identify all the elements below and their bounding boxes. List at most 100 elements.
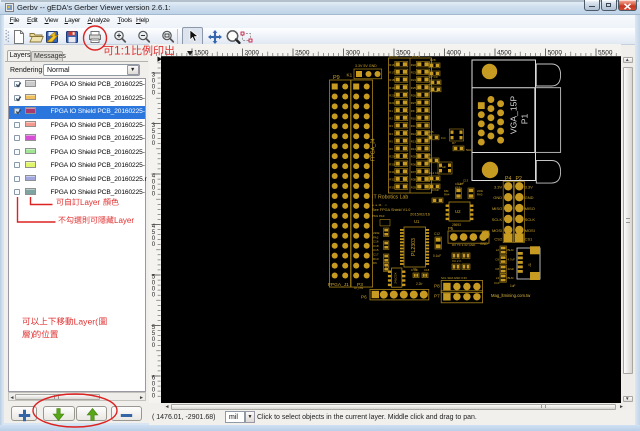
svg-text:R2: R2 xyxy=(389,116,393,120)
svg-text:SCLK: SCLK xyxy=(525,217,536,222)
svg-text:P2: P2 xyxy=(516,176,522,182)
svg-text:IT Robotics Lab: IT Robotics Lab xyxy=(372,195,408,201)
svg-text:BLM: BLM xyxy=(508,248,515,252)
svg-text:R35: R35 xyxy=(411,155,417,159)
svg-text:R18: R18 xyxy=(389,78,395,82)
svg-text:U3: U3 xyxy=(385,265,389,269)
svg-text:R28: R28 xyxy=(430,58,436,62)
svg-text:C12 C11: C12 C11 xyxy=(429,171,440,175)
svg-text:GND: GND xyxy=(525,195,534,200)
svg-text:U2: U2 xyxy=(455,209,461,214)
svg-text:R23: R23 xyxy=(411,71,417,75)
svg-text:P7: P7 xyxy=(434,294,440,299)
svg-text:5000: 5000 xyxy=(548,50,563,57)
svg-text:R33: R33 xyxy=(389,185,395,189)
svg-text:Layer: Layer xyxy=(114,215,134,224)
svg-text:C10: C10 xyxy=(494,281,500,285)
svg-text:0: 0 xyxy=(152,140,156,147)
svg-text:R13: R13 xyxy=(411,139,417,143)
svg-text:0 Ω: 0 Ω xyxy=(441,136,445,140)
svg-text:P6: P6 xyxy=(361,295,367,300)
svg-text:K1: K1 xyxy=(347,73,353,78)
svg-text:3.3V: 3.3V xyxy=(525,184,534,189)
svg-text:R16: R16 xyxy=(389,63,395,67)
svg-text:PM1 PA3: PM1 PA3 xyxy=(372,214,385,218)
svg-text:MOSI: MOSI xyxy=(525,228,535,233)
svg-text:R14: R14 xyxy=(411,147,417,151)
svg-text:C7 C9: C7 C9 xyxy=(429,75,438,79)
svg-text:4000: 4000 xyxy=(447,50,462,57)
svg-text:R39: R39 xyxy=(411,185,417,189)
svg-text:FPGA_J4: FPGA_J4 xyxy=(371,138,377,161)
svg-text:P5: P5 xyxy=(448,226,454,231)
svg-text:R3: R3 xyxy=(389,124,393,128)
svg-text:3500: 3500 xyxy=(396,50,411,57)
svg-text:R20: R20 xyxy=(389,94,395,98)
svg-text:L3: L3 xyxy=(496,276,500,280)
svg-text:2015/02/16: 2015/02/16 xyxy=(410,212,431,217)
svg-text:C13: C13 xyxy=(463,179,469,183)
svg-text:R37: R37 xyxy=(411,170,417,174)
svg-text:5500: 5500 xyxy=(598,50,613,57)
svg-text:VGA_15P: VGA_15P xyxy=(509,96,519,134)
svg-text:R12: R12 xyxy=(411,132,417,136)
svg-text:C8: C8 xyxy=(495,267,499,271)
svg-text:R17: R17 xyxy=(389,71,395,75)
svg-text:3.3V 5V GND: 3.3V 5V GND xyxy=(355,64,377,68)
svg-text:R21: R21 xyxy=(389,101,395,105)
svg-text:0: 0 xyxy=(152,89,156,96)
svg-text:C5: C5 xyxy=(427,153,431,157)
svg-text:R31: R31 xyxy=(389,170,395,174)
svg-text:2000: 2000 xyxy=(245,50,260,57)
svg-text:MISO: MISO xyxy=(492,206,502,211)
svg-text:2500: 2500 xyxy=(295,50,310,57)
svg-text:0: 0 xyxy=(152,190,156,197)
svg-text:R30: R30 xyxy=(389,162,395,166)
svg-text:Layer: Layer xyxy=(80,197,100,206)
svg-text:RA5: RA5 xyxy=(477,192,483,196)
svg-text:0.1uF: 0.1uF xyxy=(411,268,418,272)
svg-text:Mag_ltmining.com.tw: Mag_ltmining.com.tw xyxy=(491,293,531,298)
svg-text:R15: R15 xyxy=(428,130,434,134)
svg-text:25693: 25693 xyxy=(452,223,461,227)
svg-text:U1: U1 xyxy=(414,219,420,224)
svg-text:R38: R38 xyxy=(411,178,417,182)
svg-text:See FPGA Shield V1.0: See FPGA Shield V1.0 xyxy=(372,208,410,212)
svg-text:): ) xyxy=(31,329,34,339)
svg-text:PL2303: PL2303 xyxy=(411,238,417,256)
svg-text:R5: R5 xyxy=(389,139,393,143)
svg-text:1uF: 1uF xyxy=(510,284,516,288)
svg-text:GND: GND xyxy=(480,242,488,246)
svg-text:IO_PIN: IO_PIN xyxy=(354,286,363,290)
svg-text:4.7uF: 4.7uF xyxy=(508,258,516,262)
svg-text:RA4: RA4 xyxy=(444,192,450,196)
svg-text:R19: R19 xyxy=(389,86,395,90)
svg-text:0: 0 xyxy=(152,392,156,399)
svg-text:R9: R9 xyxy=(411,109,415,113)
svg-text:1:1: 1:1 xyxy=(114,43,131,57)
svg-text:4500: 4500 xyxy=(497,50,512,57)
svg-text:0.6uF: 0.6uF xyxy=(432,188,439,192)
svg-text:C12: C12 xyxy=(434,232,440,236)
svg-text:R29: R29 xyxy=(389,155,395,159)
svg-text:R1: R1 xyxy=(389,109,393,113)
svg-text:SCL SDA GND 3.3V: SCL SDA GND 3.3V xyxy=(441,276,467,280)
svg-text:0: 0 xyxy=(152,241,156,248)
svg-text:P8: P8 xyxy=(434,284,440,289)
svg-text:1500: 1500 xyxy=(194,50,209,57)
svg-text:C18: C18 xyxy=(424,268,430,272)
svg-text:24LC0X: 24LC0X xyxy=(394,272,398,283)
svg-text:R10: R10 xyxy=(411,116,417,120)
svg-text:R27: R27 xyxy=(411,101,417,105)
svg-text:SCLK: SCLK xyxy=(492,217,503,222)
svg-text:CS2: CS2 xyxy=(494,237,503,242)
svg-text:0.2uF: 0.2uF xyxy=(431,89,438,93)
svg-text:0.1uF: 0.1uF xyxy=(433,254,441,258)
svg-text:D6: D6 xyxy=(373,261,377,265)
svg-text:CS1: CS1 xyxy=(525,237,534,242)
svg-text:BLM: BLM xyxy=(508,276,515,280)
svg-text:RX TX 3.3V GND: RX TX 3.3V GND xyxy=(452,243,476,247)
svg-text:3000: 3000 xyxy=(346,50,361,57)
svg-text:R25: R25 xyxy=(411,86,417,90)
svg-text:R22: R22 xyxy=(411,63,417,67)
